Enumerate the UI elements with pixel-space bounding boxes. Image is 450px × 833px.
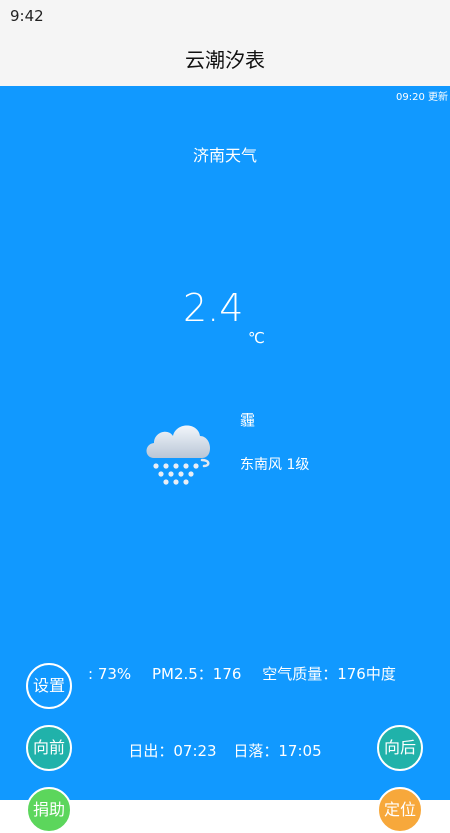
weather-panel: 09:20 更新 济南天气 2.4 ℃ 霾 东南风 1级: 73% PM2.5… [0,86,450,833]
update-time: 09:20 更新 [396,92,448,103]
temperature-unit: ℃ [248,329,265,347]
settings-button[interactable]: 设置 [26,663,72,709]
app-title: 云潮汐表 [185,48,265,72]
donate-button[interactable]: 捐助 [26,787,72,833]
prev-button[interactable]: 向前 [26,725,72,771]
cloud-snow-icon [140,416,216,492]
pm25: PM2.5：176 [151,665,242,683]
wind-info: 东南风 1级 [240,457,310,473]
city-title: 济南天气 [192,146,257,165]
air-info-row: : 73% PM2.5：176 空气质量：176中度 [88,663,412,684]
sunrise: 日出：07:23 [128,742,217,760]
sunset: 日落：17:05 [233,742,322,760]
locate-button[interactable]: 定位 [377,787,423,833]
status-time: 9:42 [10,7,44,25]
app-bar: 云潮汐表 [0,30,450,86]
temperature: 2.4 [183,286,244,330]
air-quality: 空气质量：176中度 [262,665,396,683]
weather-condition: 霾 [240,411,256,429]
status-bar: 9:42 [0,0,450,30]
humidity: : 73% [88,665,132,683]
next-button[interactable]: 向后 [377,725,423,771]
